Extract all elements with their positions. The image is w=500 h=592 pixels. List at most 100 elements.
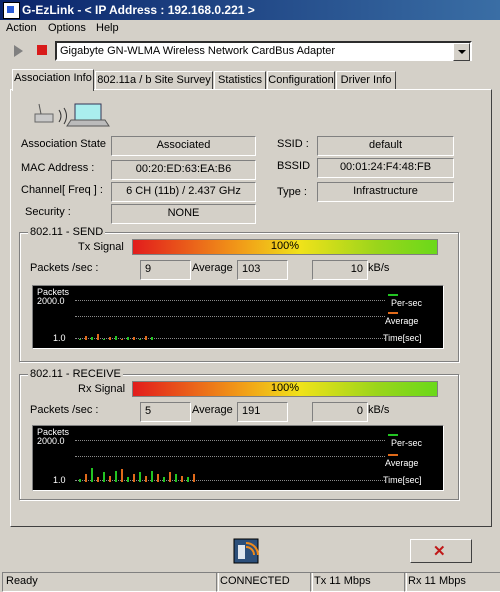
menu-help[interactable]: Help bbox=[96, 22, 119, 34]
graph-bar bbox=[163, 477, 165, 482]
wireless-connection-icon bbox=[33, 100, 111, 128]
channel-value: 6 CH (11b) / 2.437 GHz bbox=[111, 182, 256, 202]
graph-bar bbox=[187, 477, 189, 482]
security-value: NONE bbox=[111, 204, 256, 224]
tx-rate-unit: kB/s bbox=[368, 262, 390, 274]
ssid-label: SSID : bbox=[277, 138, 309, 150]
type-value: Infrastructure bbox=[317, 182, 454, 202]
receive-group: 802.11 - RECEIVE Rx Signal 100% Packets … bbox=[19, 368, 459, 500]
graph-bar bbox=[133, 474, 135, 482]
graph-bar bbox=[157, 474, 159, 482]
chevron-down-icon[interactable] bbox=[453, 43, 470, 61]
stop-icon[interactable] bbox=[37, 45, 47, 55]
mac-address-label: MAC Address : bbox=[21, 162, 95, 174]
graph-bar bbox=[103, 472, 105, 482]
graph-bar bbox=[145, 336, 147, 340]
graph-bar bbox=[151, 337, 153, 340]
tx-graph-bars bbox=[79, 326, 199, 340]
legend-persec-swatch bbox=[388, 294, 398, 296]
tx-signal-bar: 100% bbox=[132, 239, 438, 255]
ssid-value: default bbox=[317, 136, 454, 156]
graph-bar bbox=[115, 336, 117, 340]
rx-rate-value: 0 bbox=[312, 402, 368, 422]
tab-driver-info[interactable]: Driver Info bbox=[336, 71, 396, 89]
status-tx-rate: Tx 11 Mbps bbox=[310, 572, 407, 592]
menu-options[interactable]: Options bbox=[48, 22, 86, 34]
channel-label: Channel[ Freq ] : bbox=[21, 184, 103, 196]
rx-graph-y-max: 2000.0 bbox=[37, 436, 65, 446]
legend-average-swatch bbox=[388, 312, 398, 314]
send-group: 802.11 - SEND Tx Signal 100% Packets /se… bbox=[19, 226, 459, 362]
rx-packets-label: Packets /sec : bbox=[30, 404, 99, 416]
graph-bar bbox=[115, 471, 117, 482]
tx-average-label: Average bbox=[192, 262, 233, 274]
rx-graph-gridline bbox=[75, 456, 385, 457]
graph-bar bbox=[79, 339, 81, 340]
tx-signal-label: Tx Signal bbox=[78, 241, 124, 253]
security-label: Security : bbox=[25, 206, 71, 218]
tx-graph-gridline bbox=[75, 316, 385, 317]
tx-rate-value: 10 bbox=[312, 260, 368, 280]
window-title: G-EzLink - < IP Address : 192.168.0.221 … bbox=[22, 3, 255, 17]
bssid-label: BSSID bbox=[277, 160, 311, 172]
graph-bar bbox=[175, 474, 177, 482]
graph-bar bbox=[127, 337, 129, 340]
menu-action[interactable]: Action bbox=[6, 22, 37, 34]
graph-bar bbox=[97, 334, 99, 340]
rx-graph-bars bbox=[79, 466, 279, 482]
graph-bar bbox=[139, 339, 141, 340]
tx-packets-value: 9 bbox=[140, 260, 191, 280]
tx-graph-y-min: 1.0 bbox=[53, 333, 66, 343]
tab-association-info[interactable]: Association Info bbox=[12, 69, 94, 91]
graph-bar bbox=[127, 477, 129, 482]
status-ready: Ready bbox=[2, 572, 219, 592]
network-status-icon[interactable] bbox=[232, 537, 260, 565]
graph-bar bbox=[109, 337, 111, 340]
graph-bar bbox=[97, 477, 99, 482]
graph-bar bbox=[181, 476, 183, 482]
mac-address-value: 00:20:ED:63:EA:B6 bbox=[111, 160, 256, 180]
close-icon: ✕ bbox=[433, 543, 446, 560]
tx-packets-label: Packets /sec : bbox=[30, 262, 99, 274]
receive-group-title: 802.11 - RECEIVE bbox=[28, 368, 123, 380]
close-button[interactable]: ✕ bbox=[410, 539, 472, 563]
tx-legend-persec: Per-sec bbox=[391, 298, 423, 308]
association-state-label: Association State bbox=[21, 138, 106, 150]
app-icon bbox=[3, 2, 20, 19]
graph-bar bbox=[193, 474, 195, 482]
graph-bar bbox=[79, 479, 81, 482]
tab-configuration[interactable]: Configuration bbox=[267, 71, 335, 89]
graph-bar bbox=[121, 339, 123, 340]
rx-legend-persec: Per-sec bbox=[391, 438, 423, 448]
graph-bar bbox=[103, 339, 105, 340]
graph-bar bbox=[91, 468, 93, 482]
toolbar: Gigabyte GN-WLMA Wireless Network CardBu… bbox=[0, 40, 500, 64]
type-label: Type : bbox=[277, 186, 307, 198]
rx-graph-gridline bbox=[75, 440, 385, 441]
graph-bar bbox=[91, 337, 93, 340]
play-icon[interactable] bbox=[14, 45, 23, 57]
tab-site-survey[interactable]: 802.11a / b Site Survey bbox=[95, 71, 213, 89]
association-state-value: Associated bbox=[111, 136, 256, 156]
send-group-title: 802.11 - SEND bbox=[28, 226, 106, 238]
tx-graph-gridline bbox=[75, 300, 385, 301]
adapter-select-value: Gigabyte GN-WLMA Wireless Network CardBu… bbox=[60, 45, 336, 57]
graph-bar bbox=[85, 336, 87, 340]
legend-persec-swatch bbox=[388, 434, 398, 436]
rx-rate-unit: kB/s bbox=[368, 404, 390, 416]
status-rx-rate: Rx 11 Mbps bbox=[404, 572, 500, 592]
rx-signal-label: Rx Signal bbox=[78, 383, 126, 395]
bssid-value: 00:01:24:F4:48:FB bbox=[317, 158, 454, 178]
rx-signal-bar: 100% bbox=[132, 381, 438, 397]
tab-statistics[interactable]: Statistics bbox=[214, 71, 266, 89]
graph-bar bbox=[85, 474, 87, 482]
graph-bar bbox=[145, 476, 147, 482]
rx-legend-average: Average bbox=[385, 458, 419, 468]
tx-legend-average: Average bbox=[385, 316, 419, 326]
graph-bar bbox=[121, 469, 123, 482]
rx-average-value: 191 bbox=[237, 402, 288, 422]
adapter-select[interactable]: Gigabyte GN-WLMA Wireless Network CardBu… bbox=[55, 41, 472, 61]
legend-average-swatch bbox=[388, 454, 398, 456]
tx-average-value: 103 bbox=[237, 260, 288, 280]
rx-packets-graph: Packets 2000.0 1.0 Per-sec Average Time[… bbox=[32, 425, 444, 491]
